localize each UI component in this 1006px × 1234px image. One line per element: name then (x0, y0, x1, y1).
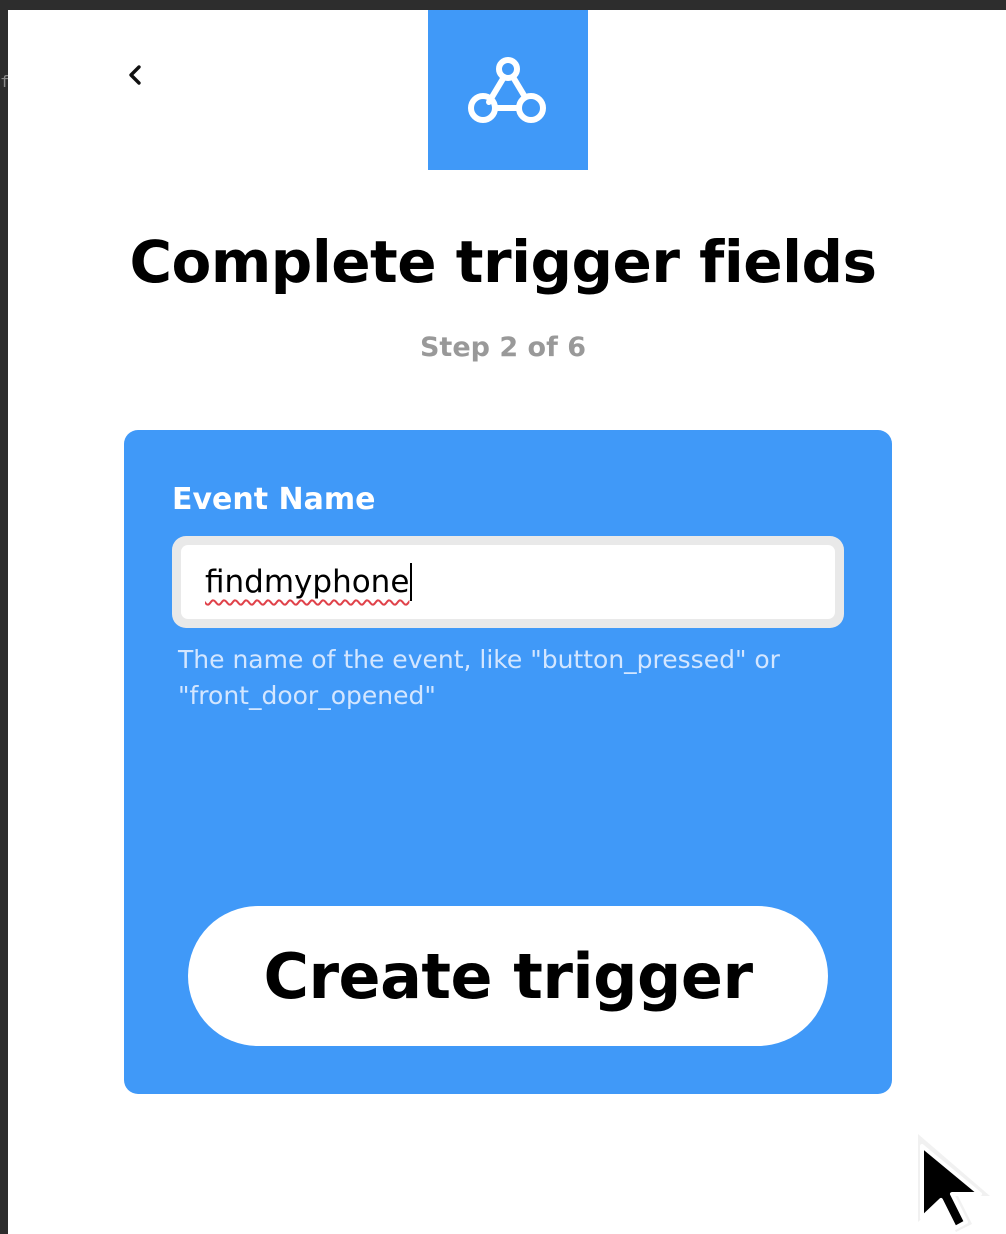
step-indicator: Step 2 of 6 (419, 332, 587, 363)
trigger-fields-card: Event Name findmyphone The name of the e… (124, 430, 892, 1094)
create-trigger-button[interactable]: Create trigger (188, 906, 828, 1046)
event-name-value: findmyphone (205, 564, 410, 600)
text-caret (410, 563, 413, 601)
event-name-helper-text: The name of the event, like "button_pres… (178, 645, 780, 710)
event-name-field-frame: findmyphone (172, 536, 844, 628)
mouse-pointer-icon (918, 1134, 990, 1232)
event-name-label: Event Name (172, 482, 376, 517)
webhooks-icon (468, 57, 546, 123)
webhooks-service-logo (428, 10, 588, 170)
chevron-left-icon (129, 65, 141, 85)
adjacent-window-text: f (0, 72, 8, 91)
back-button[interactable] (118, 58, 152, 92)
window-top-bar (0, 0, 1006, 10)
event-name-input[interactable]: findmyphone (181, 545, 835, 619)
adjacent-window-edge: f (0, 10, 8, 1234)
page-title: Complete trigger fields (129, 228, 877, 296)
